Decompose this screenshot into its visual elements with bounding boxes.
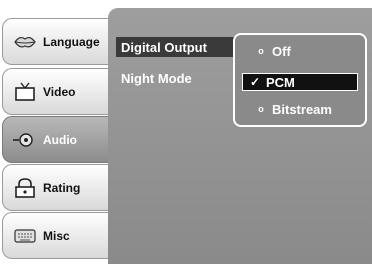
sidebar-item-label: Misc — [43, 228, 70, 243]
tv-icon — [13, 82, 37, 102]
sidebar-item-label: Video — [43, 84, 76, 99]
option-label: Bitstream — [272, 101, 332, 117]
sidebar-item-video[interactable]: Video — [2, 68, 118, 115]
setting-digital-output[interactable]: Digital Output — [116, 37, 234, 57]
sidebar-item-misc[interactable]: Misc — [2, 212, 118, 259]
setting-night-mode[interactable]: Night Mode — [116, 68, 192, 88]
sidebar-item-rating[interactable]: Rating — [2, 164, 118, 211]
sidebar: Language Video Audio Rating Misc — [0, 0, 122, 264]
options-popup: o Off ✓ PCM o Bitstream — [233, 33, 367, 127]
lock-icon — [13, 177, 37, 198]
option-pcm[interactable]: ✓ PCM — [242, 73, 358, 91]
bullet-icon: o — [258, 46, 264, 56]
sidebar-item-label: Rating — [43, 180, 81, 195]
sidebar-item-audio[interactable]: Audio — [2, 116, 122, 163]
option-off[interactable]: o Off — [242, 42, 358, 60]
sidebar-item-label: Language — [43, 34, 100, 49]
speaker-icon — [13, 130, 37, 150]
option-label: Off — [272, 43, 291, 59]
sidebar-item-label: Audio — [43, 132, 77, 147]
lips-icon — [13, 32, 37, 52]
keyboard-icon — [13, 226, 37, 246]
checkmark-icon: ✓ — [250, 75, 261, 89]
sidebar-item-language[interactable]: Language — [2, 18, 118, 65]
setting-label: Night Mode — [121, 70, 192, 86]
option-bitstream[interactable]: o Bitstream — [242, 100, 358, 118]
setting-label: Digital Output — [121, 39, 207, 55]
bullet-icon: o — [258, 104, 264, 114]
option-label: PCM — [266, 74, 295, 90]
